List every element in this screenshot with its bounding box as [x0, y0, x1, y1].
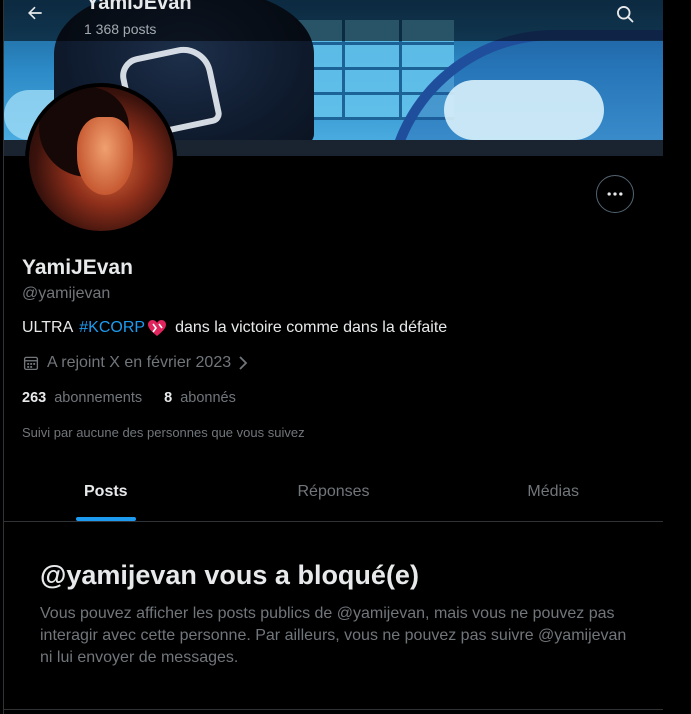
bio-text-prefix: ULTRA: [22, 319, 74, 336]
joined-date[interactable]: A rejoint X en février 2023: [22, 354, 249, 372]
search-button[interactable]: [608, 0, 642, 28]
calendar-icon: [22, 354, 40, 372]
followers-label: abonnés: [180, 390, 236, 406]
chevron-right-icon: [237, 355, 249, 371]
header-posts-count: 1 368 posts: [84, 21, 157, 37]
right-gutter: [663, 0, 691, 714]
followers-link[interactable]: 8 abonnés: [164, 390, 236, 406]
bio-text-suffix: dans la victoire comme dans la défaite: [175, 319, 448, 336]
profile-bio: ULTRA #KCORP dans la victoire comme dans…: [22, 319, 447, 337]
tab-posts[interactable]: Posts: [4, 462, 224, 521]
header-title: YamiJEvan: [86, 0, 192, 14]
display-name: YamiJEvan: [22, 256, 133, 279]
profile-tabs: Posts Réponses Médias: [4, 462, 663, 522]
active-tab-indicator: [76, 517, 136, 521]
back-button[interactable]: [18, 0, 52, 26]
top-bar: YamiJEvan 1 368 posts: [4, 0, 663, 41]
tab-replies-label: Réponses: [297, 482, 370, 500]
avatar-face: [77, 117, 133, 195]
followers-count: 8: [164, 390, 173, 406]
follow-stats: 263 abonnements 8 abonnés: [22, 390, 236, 406]
following-label: abonnements: [54, 390, 143, 406]
tab-media-label: Médias: [527, 482, 579, 500]
bio-hashtag-link[interactable]: #KCORP: [79, 319, 145, 337]
divider: [4, 709, 663, 710]
profile-column: YamiJEvan 1 368 posts YamiJEvan @yamijev…: [3, 0, 664, 714]
more-options-button[interactable]: [596, 175, 634, 213]
banner-cloud: [444, 80, 604, 140]
joined-date-text: A rejoint X en février 2023: [47, 354, 232, 371]
tab-posts-label: Posts: [84, 482, 128, 500]
kcorp-emoji-icon: [147, 319, 167, 337]
avatar[interactable]: [25, 83, 177, 235]
tab-media[interactable]: Médias: [443, 462, 663, 521]
following-count: 263: [22, 390, 47, 406]
followed-by-text[interactable]: Suivi par aucune des personnes que vous …: [22, 425, 305, 440]
user-handle: @yamijevan: [22, 285, 111, 302]
arrow-left-icon: [28, 6, 42, 20]
search-icon: [617, 5, 634, 23]
blocked-title: @yamijevan vous a bloqué(e): [40, 560, 419, 590]
tab-replies[interactable]: Réponses: [224, 462, 444, 521]
following-link[interactable]: 263 abonnements: [22, 390, 142, 406]
blocked-description: Vous pouvez afficher les posts publics d…: [40, 605, 627, 666]
avatar-image: [29, 87, 173, 231]
more-horizontal-icon: [607, 192, 623, 196]
